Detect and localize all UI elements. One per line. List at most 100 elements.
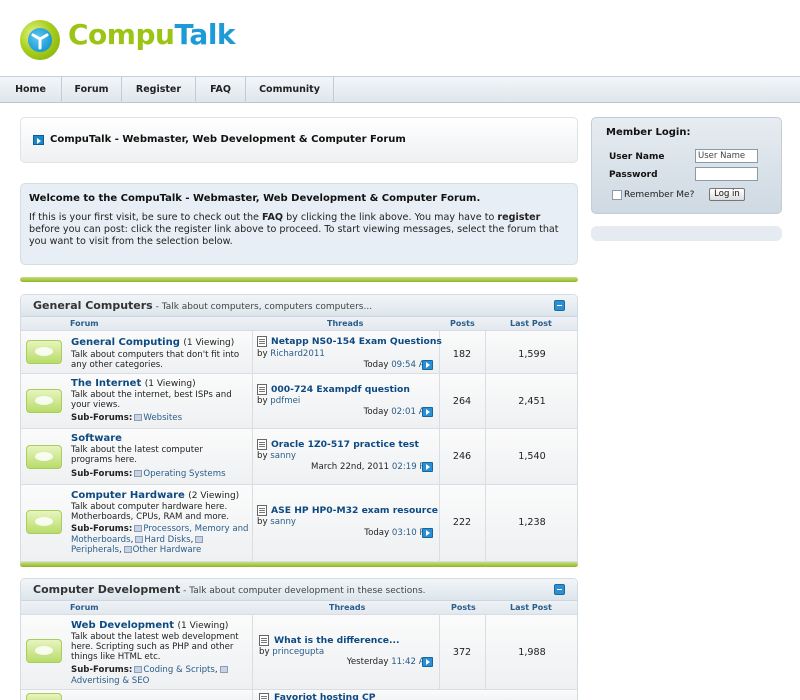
site-logo[interactable]: CompuTalk bbox=[68, 18, 236, 51]
category-computer-development: Computer Development - Talk about comput… bbox=[20, 578, 578, 700]
category-header: General Computers - Talk about computers… bbox=[21, 295, 577, 317]
login-title: Member Login: bbox=[606, 127, 691, 138]
go-to-last-post-icon[interactable] bbox=[422, 528, 433, 538]
subforum-link[interactable]: Coding & Scripts bbox=[143, 665, 215, 675]
thread-icon bbox=[259, 693, 269, 700]
collapse-icon[interactable] bbox=[554, 300, 565, 311]
subforum-icon bbox=[219, 666, 228, 673]
forum-desc: Talk about computer hardware here. Mothe… bbox=[71, 502, 230, 522]
category-header: Computer Development - Talk about comput… bbox=[21, 579, 577, 601]
subforum-link[interactable]: Other Hardware bbox=[133, 545, 202, 555]
nav-register[interactable]: Register bbox=[122, 77, 196, 103]
category-general-computers: General Computers - Talk about computers… bbox=[20, 294, 578, 563]
post-count: 1,540 bbox=[518, 451, 546, 462]
category-title[interactable]: Computer Development bbox=[33, 583, 180, 596]
last-poster[interactable]: pdfmei bbox=[270, 396, 300, 406]
last-thread-title[interactable]: What is the difference... bbox=[274, 635, 400, 646]
forum-title[interactable]: Software bbox=[71, 433, 122, 444]
nav-forum[interactable]: Forum bbox=[62, 77, 122, 103]
subforum-icon bbox=[134, 470, 143, 477]
go-to-last-post-icon[interactable] bbox=[422, 657, 433, 667]
forum-title[interactable]: The Internet bbox=[71, 378, 141, 389]
post-count: 1,238 bbox=[518, 517, 546, 528]
forum-row: Favoriot hosting CP bbox=[21, 690, 577, 700]
divider-bar bbox=[20, 562, 578, 567]
thread-icon bbox=[259, 635, 269, 646]
forum-desc: Talk about the latest computer programs … bbox=[71, 445, 203, 465]
login-button[interactable]: Log in bbox=[709, 188, 745, 201]
col-forum: Forum bbox=[70, 319, 99, 328]
last-thread-title[interactable]: Oracle 1Z0-517 practice test bbox=[271, 439, 419, 450]
post-count: 1,988 bbox=[518, 647, 546, 658]
welcome-title: Welcome to the CompuTalk - Webmaster, We… bbox=[29, 193, 481, 204]
last-poster[interactable]: sanny bbox=[270, 451, 296, 461]
divider-bar bbox=[20, 277, 578, 282]
subforum-icon bbox=[134, 525, 143, 532]
subforum-icon bbox=[134, 414, 143, 421]
subforum-link[interactable]: Websites bbox=[143, 413, 182, 423]
faq-link[interactable]: FAQ bbox=[262, 212, 283, 223]
register-link[interactable]: register bbox=[497, 212, 540, 223]
thread-icon bbox=[257, 505, 267, 516]
subforum-link[interactable]: Operating Systems bbox=[143, 469, 225, 479]
category-desc: - Talk about computer development in the… bbox=[180, 586, 426, 596]
col-last-post: Last Post bbox=[510, 319, 552, 328]
nav-home[interactable]: Home bbox=[0, 77, 62, 103]
go-to-last-post-icon[interactable] bbox=[422, 462, 433, 472]
subforums: Sub-Forums: Operating Systems bbox=[71, 469, 226, 479]
last-poster[interactable]: Richard2011 bbox=[270, 349, 325, 359]
forum-status-icon bbox=[26, 340, 62, 364]
column-header: Forum Threads Posts Last Post bbox=[21, 317, 577, 331]
col-threads: Threads bbox=[327, 319, 364, 328]
thread-count: 222 bbox=[452, 517, 472, 528]
col-threads: Threads bbox=[329, 603, 366, 612]
welcome-text: If this is your first visit, be sure to … bbox=[29, 212, 559, 247]
nav-community[interactable]: Community bbox=[246, 77, 334, 103]
thread-icon bbox=[257, 336, 267, 347]
last-poster[interactable]: princegupta bbox=[272, 647, 324, 657]
logo-icon[interactable] bbox=[20, 20, 60, 60]
last-thread-title[interactable]: Netapp NS0-154 Exam Questions bbox=[271, 336, 442, 347]
password-input[interactable] bbox=[695, 167, 758, 181]
page-title-box: CompuTalk - Webmaster, Web Development &… bbox=[20, 117, 578, 163]
post-count: 2,451 bbox=[518, 396, 546, 407]
logo-text-part1: Compu bbox=[68, 18, 175, 51]
last-thread-title[interactable]: Favoriot hosting CP bbox=[274, 692, 375, 700]
nav-faq[interactable]: FAQ bbox=[196, 77, 246, 103]
forum-status-icon bbox=[26, 445, 62, 469]
last-thread-title[interactable]: ASE HP HP0-M32 exam resource bbox=[271, 505, 438, 516]
col-posts: Posts bbox=[450, 319, 475, 328]
last-post-date: March 22nd, 2011 02:19 PM bbox=[311, 462, 432, 472]
page-title: CompuTalk - Webmaster, Web Development &… bbox=[50, 134, 406, 145]
collapse-icon[interactable] bbox=[554, 584, 565, 595]
col-posts: Posts bbox=[451, 603, 476, 612]
category-title[interactable]: General Computers bbox=[33, 299, 153, 312]
post-count: 1,599 bbox=[518, 349, 546, 360]
go-to-last-post-icon[interactable] bbox=[422, 407, 433, 417]
subforum-link[interactable]: Hard Disks bbox=[144, 535, 190, 545]
subforum-link[interactable]: Advertising & SEO bbox=[71, 676, 149, 686]
go-to-last-post-icon[interactable] bbox=[422, 360, 433, 370]
thread-count: 372 bbox=[452, 647, 472, 658]
subforums: Sub-Forums: Processors, Memory and Mother… bbox=[71, 524, 249, 555]
username-input[interactable] bbox=[695, 149, 758, 163]
remember-me-checkbox[interactable] bbox=[612, 190, 622, 200]
member-login-box: Member Login: User Name Password Remembe… bbox=[591, 117, 782, 214]
forum-title[interactable]: General Computing bbox=[71, 337, 180, 348]
last-thread-title[interactable]: 000-724 Exampdf question bbox=[271, 384, 410, 395]
forum-desc: Talk about computers that don't fit into… bbox=[71, 350, 240, 370]
thread-count: 246 bbox=[452, 451, 472, 462]
forum-status-icon bbox=[26, 510, 62, 534]
subforum-icon bbox=[123, 546, 132, 553]
subforums: Sub-Forums: Websites bbox=[71, 413, 183, 423]
forum-row: The Internet (1 Viewing) Talk about the … bbox=[21, 374, 577, 429]
thread-count: 182 bbox=[452, 349, 472, 360]
remember-me-label: Remember Me? bbox=[624, 190, 695, 200]
nav-bar: Home Forum Register FAQ Community bbox=[0, 76, 800, 103]
subforum-icon bbox=[134, 666, 143, 673]
last-poster[interactable]: sanny bbox=[270, 517, 296, 527]
password-label: Password bbox=[609, 170, 658, 180]
forum-title[interactable]: Web Development bbox=[71, 620, 174, 631]
subforum-link[interactable]: Peripherals bbox=[71, 545, 119, 555]
forum-title[interactable]: Computer Hardware bbox=[71, 490, 185, 501]
